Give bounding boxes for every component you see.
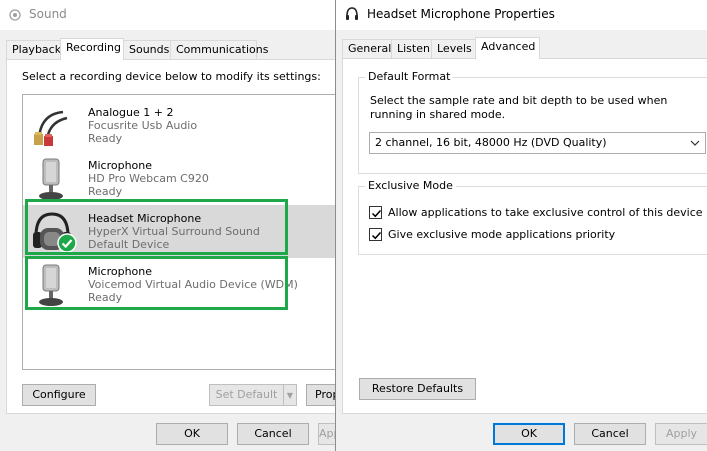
exclusive-priority-label: Give exclusive mode applications priorit… (388, 228, 616, 241)
rca-cable-icon (31, 104, 73, 148)
list-item[interactable]: Analogue 1 + 2 Focusrite Usb Audio Ready (23, 99, 351, 152)
device-description: HyperX Virtual Surround Sound (88, 225, 260, 238)
device-status: Default Device (88, 238, 170, 251)
tab-sounds[interactable]: Sounds (123, 40, 171, 59)
chevron-down-icon: ▼ (286, 391, 294, 400)
default-format-description: Select the sample rate and bit depth to … (370, 94, 668, 121)
device-name: Analogue 1 + 2 (88, 106, 174, 119)
restore-defaults-button[interactable]: Restore Defaults (359, 378, 476, 400)
sound-cancel-button[interactable]: Cancel (237, 423, 309, 445)
device-description: HD Pro Webcam C920 (88, 172, 209, 185)
advanced-panel: Default Format Select the sample rate an… (342, 58, 707, 414)
allow-exclusive-checkbox[interactable] (369, 206, 382, 219)
properties-apply-button[interactable]: Apply (655, 423, 707, 445)
recording-panel: Select a recording device below to modif… (6, 59, 356, 414)
list-item-selected[interactable]: Headset Microphone HyperX Virtual Surrou… (23, 205, 351, 258)
chevron-down-icon (690, 133, 700, 161)
tab-playback[interactable]: Playback (6, 40, 61, 59)
device-status: Ready (88, 291, 123, 304)
format-select[interactable]: 2 channel, 16 bit, 48000 Hz (DVD Quality… (369, 132, 706, 154)
sound-ok-button[interactable]: OK (156, 423, 228, 445)
tab-recording[interactable]: Recording (60, 38, 124, 60)
tab-general[interactable]: General (342, 39, 392, 58)
device-description: Focusrite Usb Audio (88, 119, 198, 132)
exclusive-mode-group: Exclusive Mode Allow applications to tak… (358, 179, 707, 255)
properties-titlebar[interactable]: Headset Microphone Properties (336, 0, 707, 30)
device-status: Ready (88, 185, 123, 198)
device-list[interactable]: Analogue 1 + 2 Focusrite Usb Audio Ready… (22, 94, 352, 370)
exclusive-priority-checkbox[interactable] (369, 228, 382, 241)
exclusive-mode-label: Exclusive Mode (365, 179, 456, 192)
microphone-icon (31, 157, 73, 201)
device-name: Microphone (88, 265, 153, 278)
device-description: Voicemod Virtual Audio Device (WDM) (88, 278, 298, 291)
sound-window: Sound Playback Recording Sounds Communic… (0, 0, 356, 451)
configure-button[interactable]: Configure (22, 384, 96, 406)
list-item[interactable]: Microphone Voicemod Virtual Audio Device… (23, 258, 351, 311)
set-default-button[interactable]: Set Default (209, 384, 284, 406)
properties-cancel-button[interactable]: Cancel (574, 423, 646, 445)
sound-titlebar[interactable]: Sound (0, 0, 345, 30)
window-title: Headset Microphone Properties (367, 7, 555, 21)
microphone-icon (31, 263, 73, 307)
properties-ok-button[interactable]: OK (493, 423, 565, 445)
allow-exclusive-label: Allow applications to take exclusive con… (388, 206, 703, 219)
device-name: Microphone (88, 159, 153, 172)
tab-advanced[interactable]: Advanced (475, 37, 540, 59)
tab-communications[interactable]: Communications (170, 40, 268, 59)
device-name: Headset Microphone (88, 212, 202, 225)
set-default-dropdown[interactable]: ▼ (283, 384, 297, 406)
default-format-group: Default Format Select the sample rate an… (358, 70, 707, 174)
instruction-text: Select a recording device below to modif… (22, 70, 321, 83)
speaker-icon (9, 9, 21, 21)
tab-levels[interactable]: Levels (431, 39, 476, 58)
tab-listen[interactable]: Listen (391, 39, 432, 58)
default-format-label: Default Format (365, 70, 454, 83)
properties-window: Headset Microphone Properties General Li… (335, 0, 707, 451)
default-check-icon (57, 233, 77, 253)
headset-icon (345, 7, 359, 21)
device-status: Ready (88, 132, 123, 145)
list-item[interactable]: Microphone HD Pro Webcam C920 Ready (23, 152, 351, 205)
window-title: Sound (29, 7, 67, 21)
format-select-value: 2 channel, 16 bit, 48000 Hz (DVD Quality… (375, 136, 607, 149)
